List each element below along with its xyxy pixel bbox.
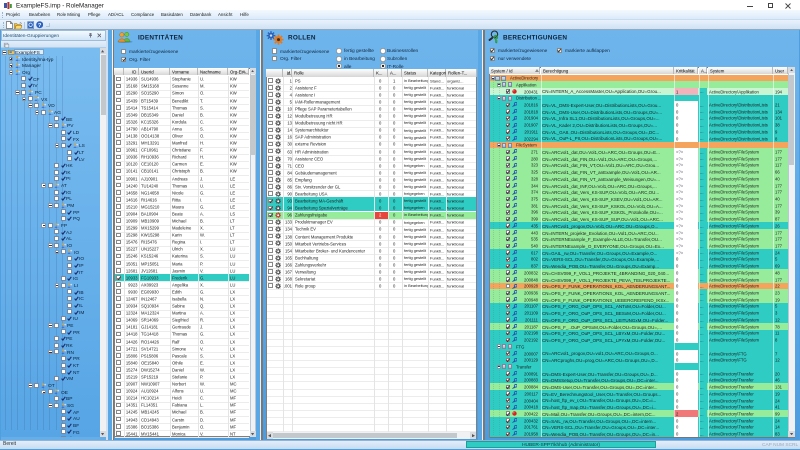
svg-text:?: ?	[38, 23, 42, 29]
